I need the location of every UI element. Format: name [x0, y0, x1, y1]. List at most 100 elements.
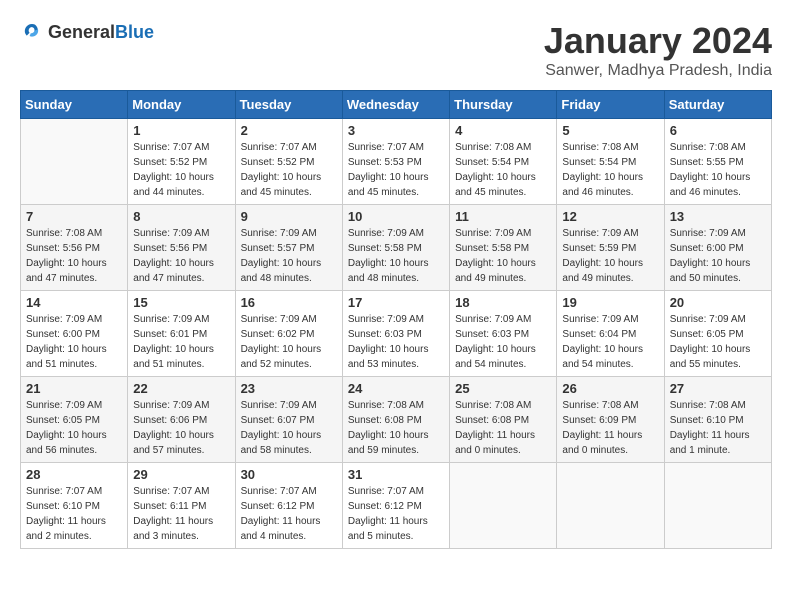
calendar-cell: 17Sunrise: 7:09 AMSunset: 6:03 PMDayligh… — [342, 291, 449, 377]
day-info: Sunrise: 7:09 AMSunset: 6:06 PMDaylight:… — [133, 398, 229, 458]
day-number: 2 — [241, 123, 337, 138]
calendar-table: SundayMondayTuesdayWednesdayThursdayFrid… — [20, 90, 772, 549]
day-info: Sunrise: 7:08 AMSunset: 5:56 PMDaylight:… — [26, 226, 122, 286]
day-info: Sunrise: 7:08 AMSunset: 5:55 PMDaylight:… — [670, 140, 766, 200]
calendar-cell: 31 Sunrise: 7:07 AMSunset: 6:12 PMDayligh… — [342, 463, 449, 549]
calendar-cell: 10Sunrise: 7:09 AMSunset: 5:58 PMDayligh… — [342, 205, 449, 291]
logo-text-area: GeneralBlue — [48, 22, 154, 43]
day-number: 17 — [348, 295, 444, 310]
calendar-cell: 15 Sunrise: 7:09 AMSunset: 6:01 PMDayligh… — [128, 291, 235, 377]
day-info: Sunrise: 7:09 AMSunset: 6:05 PMDaylight:… — [26, 398, 122, 458]
calendar-cell: 29 Sunrise: 7:07 AMSunset: 6:11 PMDayligh… — [128, 463, 235, 549]
day-number: 22 — [133, 381, 229, 396]
calendar-week-3: 14Sunrise: 7:09 AMSunset: 6:00 PMDayligh… — [21, 291, 772, 377]
day-number: 24 — [348, 381, 444, 396]
calendar-cell: 16 Sunrise: 7:09 AMSunset: 6:02 PMDayligh… — [235, 291, 342, 377]
header-day-sunday: Sunday — [21, 91, 128, 119]
day-number: 4 — [455, 123, 551, 138]
calendar-cell: 11 Sunrise: 7:09 AMSunset: 5:58 PMDayligh… — [450, 205, 557, 291]
location-title: Sanwer, Madhya Pradesh, India — [544, 62, 772, 80]
day-number: 12 — [562, 209, 658, 224]
day-info: Sunrise: 7:09 AMSunset: 6:02 PMDaylight:… — [241, 312, 337, 372]
month-title: January 2024 — [544, 20, 772, 62]
day-info: Sunrise: 7:09 AMSunset: 5:57 PMDaylight:… — [241, 226, 337, 286]
day-info: Sunrise: 7:08 AMSunset: 5:54 PMDaylight:… — [562, 140, 658, 200]
calendar-cell: 19 Sunrise: 7:09 AMSunset: 6:04 PMDayligh… — [557, 291, 664, 377]
day-number: 6 — [670, 123, 766, 138]
header-day-thursday: Thursday — [450, 91, 557, 119]
calendar-cell: 20 Sunrise: 7:09 AMSunset: 6:05 PMDayligh… — [664, 291, 771, 377]
day-info: Sunrise: 7:09 AMSunset: 6:01 PMDaylight:… — [133, 312, 229, 372]
calendar-cell: 24 Sunrise: 7:08 AMSunset: 6:08 PMDayligh… — [342, 377, 449, 463]
calendar-cell — [450, 463, 557, 549]
calendar-week-1: 1Sunrise: 7:07 AMSunset: 5:52 PMDaylight… — [21, 119, 772, 205]
calendar-cell: 7 Sunrise: 7:08 AMSunset: 5:56 PMDaylight… — [21, 205, 128, 291]
day-info: Sunrise: 7:09 AMSunset: 6:00 PMDaylight:… — [670, 226, 766, 286]
day-number: 23 — [241, 381, 337, 396]
calendar-cell: 3Sunrise: 7:07 AMSunset: 5:53 PMDaylight… — [342, 119, 449, 205]
calendar-cell: 13 Sunrise: 7:09 AMSunset: 6:00 PMDayligh… — [664, 205, 771, 291]
day-number: 20 — [670, 295, 766, 310]
calendar-cell: 1Sunrise: 7:07 AMSunset: 5:52 PMDaylight… — [128, 119, 235, 205]
day-info: Sunrise: 7:08 AMSunset: 6:08 PMDaylight:… — [348, 398, 444, 458]
day-number: 7 — [26, 209, 122, 224]
calendar-cell — [557, 463, 664, 549]
day-info: Sunrise: 7:07 AMSunset: 6:10 PMDaylight:… — [26, 484, 122, 544]
calendar-cell: 23 Sunrise: 7:09 AMSunset: 6:07 PMDayligh… — [235, 377, 342, 463]
logo-blue: Blue — [115, 22, 154, 42]
header-day-friday: Friday — [557, 91, 664, 119]
day-number: 9 — [241, 209, 337, 224]
day-number: 11 — [455, 209, 551, 224]
day-info: Sunrise: 7:09 AMSunset: 5:58 PMDaylight:… — [455, 226, 551, 286]
day-info: Sunrise: 7:09 AMSunset: 5:56 PMDaylight:… — [133, 226, 229, 286]
day-info: Sunrise: 7:07 AMSunset: 5:52 PMDaylight:… — [133, 140, 229, 200]
day-info: Sunrise: 7:09 AMSunset: 6:04 PMDaylight:… — [562, 312, 658, 372]
day-number: 26 — [562, 381, 658, 396]
calendar-cell: 4Sunrise: 7:08 AMSunset: 5:54 PMDaylight… — [450, 119, 557, 205]
day-number: 19 — [562, 295, 658, 310]
calendar-cell: 12 Sunrise: 7:09 AMSunset: 5:59 PMDayligh… — [557, 205, 664, 291]
calendar-cell: 5Sunrise: 7:08 AMSunset: 5:54 PMDaylight… — [557, 119, 664, 205]
day-info: Sunrise: 7:07 AMSunset: 5:52 PMDaylight:… — [241, 140, 337, 200]
day-number: 13 — [670, 209, 766, 224]
calendar-cell: 9 Sunrise: 7:09 AMSunset: 5:57 PMDaylight… — [235, 205, 342, 291]
day-info: Sunrise: 7:07 AMSunset: 6:12 PMDaylight:… — [348, 484, 444, 544]
day-number: 15 — [133, 295, 229, 310]
calendar-cell: 27 Sunrise: 7:08 AMSunset: 6:10 PMDayligh… — [664, 377, 771, 463]
day-info: Sunrise: 7:08 AMSunset: 6:08 PMDaylight:… — [455, 398, 551, 458]
day-number: 29 — [133, 467, 229, 482]
day-info: Sunrise: 7:09 AMSunset: 6:05 PMDaylight:… — [670, 312, 766, 372]
calendar-cell — [664, 463, 771, 549]
day-number: 8 — [133, 209, 229, 224]
header-day-tuesday: Tuesday — [235, 91, 342, 119]
calendar-cell: 25Sunrise: 7:08 AMSunset: 6:08 PMDayligh… — [450, 377, 557, 463]
header-day-wednesday: Wednesday — [342, 91, 449, 119]
day-info: Sunrise: 7:09 AMSunset: 6:07 PMDaylight:… — [241, 398, 337, 458]
day-number: 16 — [241, 295, 337, 310]
logo-icon — [20, 20, 44, 44]
day-number: 18 — [455, 295, 551, 310]
day-number: 14 — [26, 295, 122, 310]
calendar-cell: 14Sunrise: 7:09 AMSunset: 6:00 PMDayligh… — [21, 291, 128, 377]
day-number: 31 — [348, 467, 444, 482]
calendar-cell: 6 Sunrise: 7:08 AMSunset: 5:55 PMDaylight… — [664, 119, 771, 205]
calendar-cell: 30Sunrise: 7:07 AMSunset: 6:12 PMDayligh… — [235, 463, 342, 549]
calendar-week-5: 28 Sunrise: 7:07 AMSunset: 6:10 PMDayligh… — [21, 463, 772, 549]
calendar-cell — [21, 119, 128, 205]
calendar-week-2: 7 Sunrise: 7:08 AMSunset: 5:56 PMDaylight… — [21, 205, 772, 291]
calendar-cell: 26 Sunrise: 7:08 AMSunset: 6:09 PMDayligh… — [557, 377, 664, 463]
day-info: Sunrise: 7:09 AMSunset: 5:59 PMDaylight:… — [562, 226, 658, 286]
title-area: January 2024 Sanwer, Madhya Pradesh, Ind… — [544, 20, 772, 80]
calendar-cell: 8 Sunrise: 7:09 AMSunset: 5:56 PMDaylight… — [128, 205, 235, 291]
calendar-cell: 22 Sunrise: 7:09 AMSunset: 6:06 PMDayligh… — [128, 377, 235, 463]
header-day-monday: Monday — [128, 91, 235, 119]
day-info: Sunrise: 7:07 AMSunset: 6:11 PMDaylight:… — [133, 484, 229, 544]
day-info: Sunrise: 7:09 AMSunset: 6:03 PMDaylight:… — [455, 312, 551, 372]
calendar-header-row: SundayMondayTuesdayWednesdayThursdayFrid… — [21, 91, 772, 119]
calendar-cell: 2 Sunrise: 7:07 AMSunset: 5:52 PMDaylight… — [235, 119, 342, 205]
day-info: Sunrise: 7:08 AMSunset: 6:10 PMDaylight:… — [670, 398, 766, 458]
day-number: 27 — [670, 381, 766, 396]
day-number: 28 — [26, 467, 122, 482]
day-number: 3 — [348, 123, 444, 138]
day-info: Sunrise: 7:08 AMSunset: 6:09 PMDaylight:… — [562, 398, 658, 458]
